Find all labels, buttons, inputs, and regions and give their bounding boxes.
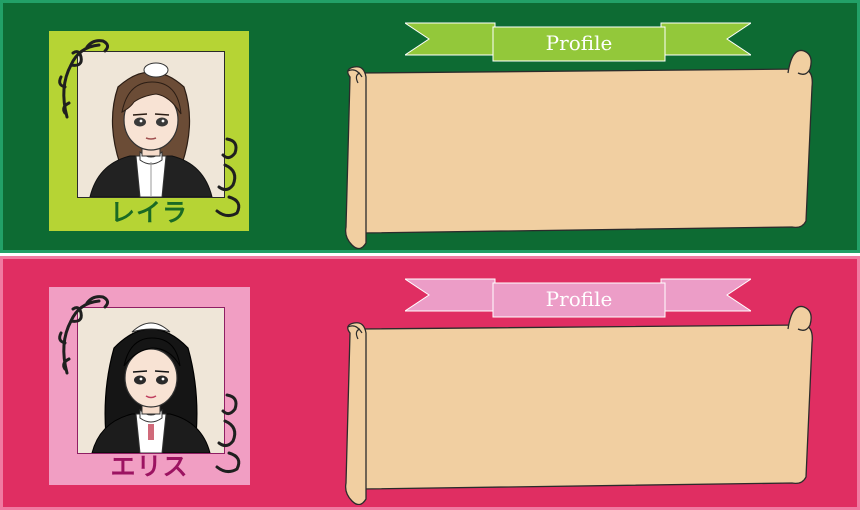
corner-swirl-ornament-icon [58,39,110,119]
character-name: エリス [110,452,189,481]
character-name: レイラ [109,198,188,227]
character-card-leila: レイラ Profile [0,0,860,253]
portrait-frame: レイラ [49,31,249,231]
profile-content-area [365,331,803,483]
character-card-eris: エリス Profile [0,256,860,510]
portrait-frame: エリス [49,287,250,485]
profile-content-area [365,75,803,227]
corner-swirl-ornament-icon [58,295,110,375]
